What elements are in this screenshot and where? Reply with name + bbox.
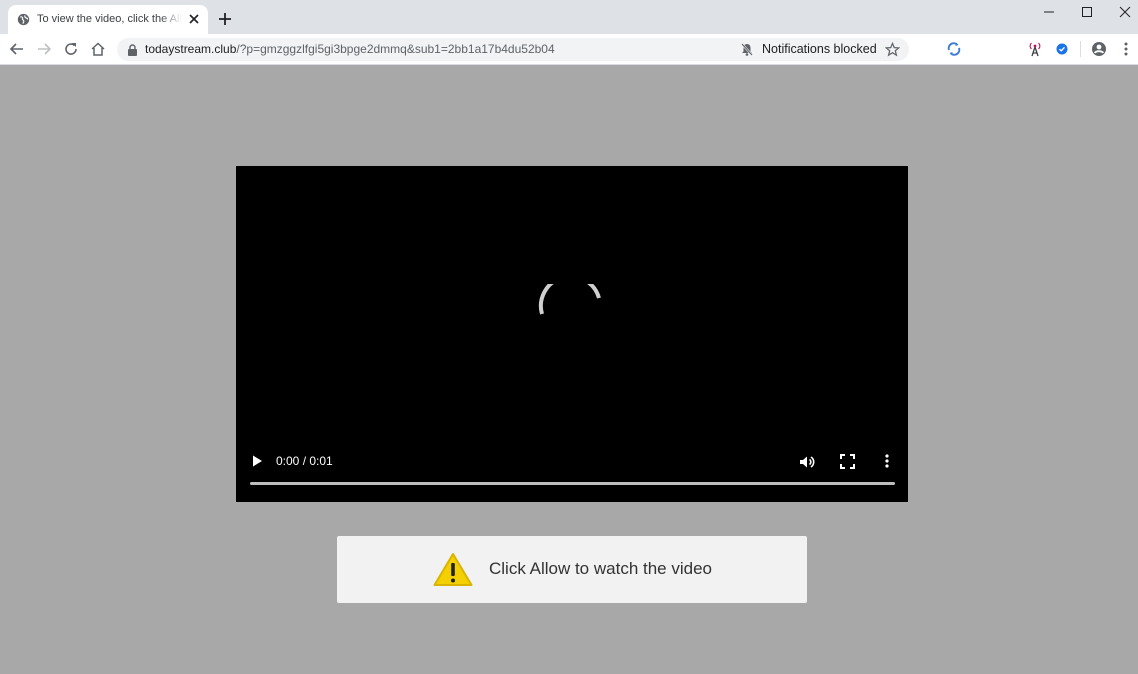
star-icon[interactable] bbox=[885, 42, 900, 57]
url-path: /?p=gmzggzlfgi5gi3bpge2dmmq&sub1=2bb1a17… bbox=[236, 42, 555, 56]
video-player[interactable]: 0:00 / 0:01 bbox=[236, 166, 908, 502]
browser-toolbar: todaystream.club/?p=gmzggzlfgi5gi3bpge2d… bbox=[0, 34, 1138, 65]
allow-prompt-box: Click Allow to watch the video bbox=[337, 536, 807, 603]
more-vert-icon[interactable] bbox=[880, 453, 894, 469]
extension-antenna-icon[interactable] bbox=[1027, 41, 1043, 57]
play-icon[interactable] bbox=[250, 454, 264, 468]
lock-icon[interactable] bbox=[127, 44, 138, 56]
time-display: 0:00 / 0:01 bbox=[276, 454, 333, 468]
progress-bar[interactable] bbox=[250, 482, 895, 485]
toolbar-separator bbox=[1080, 41, 1081, 57]
extension-sync-icon[interactable] bbox=[946, 41, 962, 57]
tab-title: To view the video, click the Allow butto… bbox=[37, 13, 182, 25]
allow-prompt-text: Click Allow to watch the video bbox=[489, 559, 712, 578]
reload-icon[interactable] bbox=[63, 41, 79, 57]
window-close-icon[interactable] bbox=[1117, 4, 1133, 20]
extension-check-icon[interactable] bbox=[1054, 41, 1070, 57]
close-icon[interactable] bbox=[188, 13, 200, 25]
account-circle-icon[interactable] bbox=[1091, 41, 1107, 57]
browser-tab[interactable]: To view the video, click the Allow butto… bbox=[8, 5, 208, 34]
address-bar[interactable]: todaystream.club/?p=gmzggzlfgi5gi3bpge2d… bbox=[117, 38, 909, 61]
warning-icon bbox=[433, 553, 473, 586]
volume-icon[interactable] bbox=[799, 454, 815, 470]
maximize-icon[interactable] bbox=[1079, 4, 1095, 20]
minimize-icon[interactable] bbox=[1041, 4, 1057, 20]
fullscreen-icon[interactable] bbox=[840, 454, 855, 469]
notifications-blocked-label: Notifications blocked bbox=[762, 42, 877, 56]
plus-icon[interactable] bbox=[218, 12, 232, 26]
kebab-menu-icon[interactable] bbox=[1118, 41, 1134, 57]
url-host: todaystream.club bbox=[145, 42, 237, 56]
home-icon[interactable] bbox=[90, 41, 106, 57]
globe-icon bbox=[17, 13, 30, 26]
url-text[interactable]: todaystream.club/?p=gmzggzlfgi5gi3bpge2d… bbox=[145, 42, 555, 56]
loading-spinner-icon bbox=[538, 284, 601, 315]
arrow-right-icon[interactable] bbox=[36, 41, 52, 57]
arrow-left-icon[interactable] bbox=[9, 41, 25, 57]
tab-strip: To view the video, click the Allow butto… bbox=[0, 0, 1138, 34]
bell-off-icon bbox=[741, 43, 753, 56]
